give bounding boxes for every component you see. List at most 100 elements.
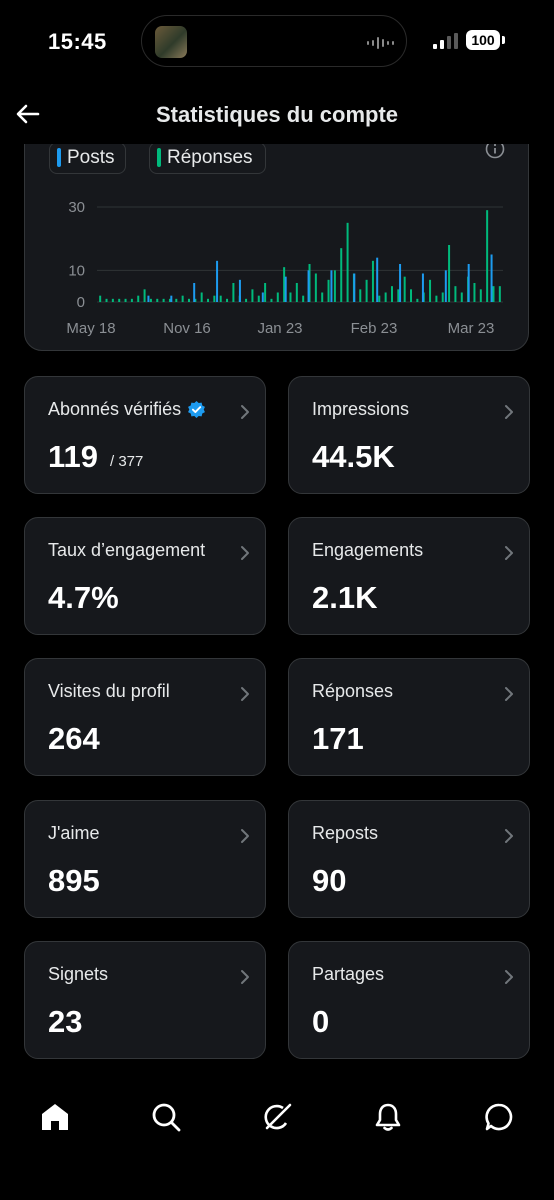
replies-bar — [295, 283, 298, 302]
replies-bar — [448, 245, 451, 302]
replies-bar — [264, 283, 267, 302]
stat-tile[interactable]: Réponses 171 — [288, 658, 530, 776]
replies-bar — [200, 292, 203, 302]
replies-bar — [289, 292, 292, 302]
stat-tile[interactable]: Partages 0 — [288, 941, 530, 1059]
x-tick-label: Jan 23 — [257, 320, 302, 337]
dynamic-island[interactable] — [141, 15, 407, 67]
replies-bar — [213, 295, 216, 302]
messages-icon[interactable] — [483, 1101, 515, 1133]
x-tick-label: Nov 16 — [163, 320, 211, 337]
stat-subvalue: / 377 — [110, 453, 144, 470]
stat-label-text: Impressions — [312, 399, 410, 419]
replies-bar — [498, 286, 501, 302]
page-title: Statistiques du compte — [155, 102, 399, 127]
stat-tile[interactable]: Engagements 2.1K — [288, 517, 530, 635]
stat-value: 895 — [48, 863, 100, 898]
posts-bar — [193, 283, 196, 302]
posts-bar — [421, 273, 424, 302]
now-playing-thumbnail — [155, 26, 187, 58]
stat-value: 0 — [312, 1004, 330, 1039]
stat-label: Signets — [48, 964, 108, 985]
chevron-right-icon — [505, 687, 513, 701]
posts-bar — [399, 264, 402, 302]
stat-label: Taux d’engagement — [48, 540, 205, 561]
replies-bar — [207, 298, 210, 302]
replies-bar — [333, 270, 336, 302]
replies-bar — [111, 298, 114, 302]
chevron-right-icon — [241, 687, 249, 701]
stat-label: Abonnés vérifiés — [48, 399, 206, 420]
stat-tile[interactable]: Visites du profil 264 — [24, 658, 266, 776]
stat-label-text: Visites du profil — [48, 681, 170, 701]
status-time: 15:45 — [48, 29, 107, 54]
stat-tile[interactable]: Abonnés vérifiés 119 / 377 — [24, 376, 266, 494]
battery-indicator: 100 — [466, 30, 500, 50]
replies-bar — [181, 295, 184, 302]
search-icon[interactable] — [150, 1101, 182, 1133]
bottom-navigation — [0, 1085, 554, 1200]
replies-bar — [390, 286, 393, 302]
replies-bar — [118, 298, 121, 302]
stat-label: Réponses — [312, 681, 393, 702]
replies-bar — [416, 298, 419, 302]
bell-icon[interactable] — [372, 1101, 404, 1133]
posts-bar — [330, 270, 333, 302]
replies-bar — [403, 276, 406, 302]
replies-bar — [371, 260, 374, 302]
replies-bar — [175, 298, 178, 302]
stat-tile[interactable]: J'aime 895 — [24, 800, 266, 918]
replies-bar — [149, 298, 152, 302]
stat-label: Partages — [312, 964, 384, 985]
replies-bar — [346, 222, 349, 302]
replies-bar — [245, 298, 248, 302]
chevron-right-icon — [241, 970, 249, 984]
replies-bar — [257, 295, 260, 302]
stat-tile[interactable]: Impressions 44.5K — [288, 376, 530, 494]
replies-bar — [397, 289, 400, 302]
stat-label: Engagements — [312, 540, 423, 561]
y-tick-label: 30 — [68, 199, 85, 216]
x-tick-label: Mar 23 — [448, 320, 495, 337]
replies-bar — [359, 289, 362, 302]
grok-icon[interactable] — [261, 1101, 293, 1133]
home-icon[interactable] — [39, 1101, 71, 1133]
replies-bar — [479, 289, 482, 302]
stat-value: 90 — [312, 863, 347, 898]
replies-bar — [429, 279, 432, 302]
stat-value: 119 — [48, 439, 99, 474]
stat-tile[interactable]: Taux d’engagement 4.7% — [24, 517, 266, 635]
replies-bar — [340, 248, 343, 302]
battery-nub — [502, 36, 505, 44]
replies-bar — [314, 273, 317, 302]
y-tick-label: 10 — [68, 262, 85, 279]
posts-bar — [170, 295, 173, 302]
replies-bar — [105, 298, 108, 302]
chevron-right-icon — [505, 546, 513, 560]
replies-bar — [156, 298, 159, 302]
stat-label-text: Réponses — [312, 681, 394, 701]
page-header: Statistiques du compte — [0, 84, 554, 144]
chevron-right-icon — [241, 829, 249, 843]
stat-label-text: Taux d’engagement — [48, 540, 206, 560]
replies-bar — [454, 286, 457, 302]
posts-bar — [238, 279, 241, 302]
replies-bar — [378, 295, 381, 302]
replies-bar — [460, 292, 463, 302]
stat-tile[interactable]: Reposts 90 — [288, 800, 530, 918]
replies-bar — [321, 292, 324, 302]
stat-label-text: Engagements — [312, 540, 424, 560]
replies-bar — [137, 295, 140, 302]
replies-bar — [124, 298, 127, 302]
y-tick-label: 0 — [77, 294, 85, 311]
stat-tile[interactable]: Signets 23 — [24, 941, 266, 1059]
replies-bar — [219, 295, 222, 302]
posts-bar — [261, 292, 264, 302]
replies-bar — [187, 298, 190, 302]
replies-bar — [99, 295, 102, 302]
x-tick-label: May 18 — [66, 320, 115, 337]
stat-label: Impressions — [312, 399, 409, 420]
chevron-right-icon — [505, 405, 513, 419]
posts-bar — [376, 257, 379, 302]
replies-bar — [441, 292, 444, 302]
